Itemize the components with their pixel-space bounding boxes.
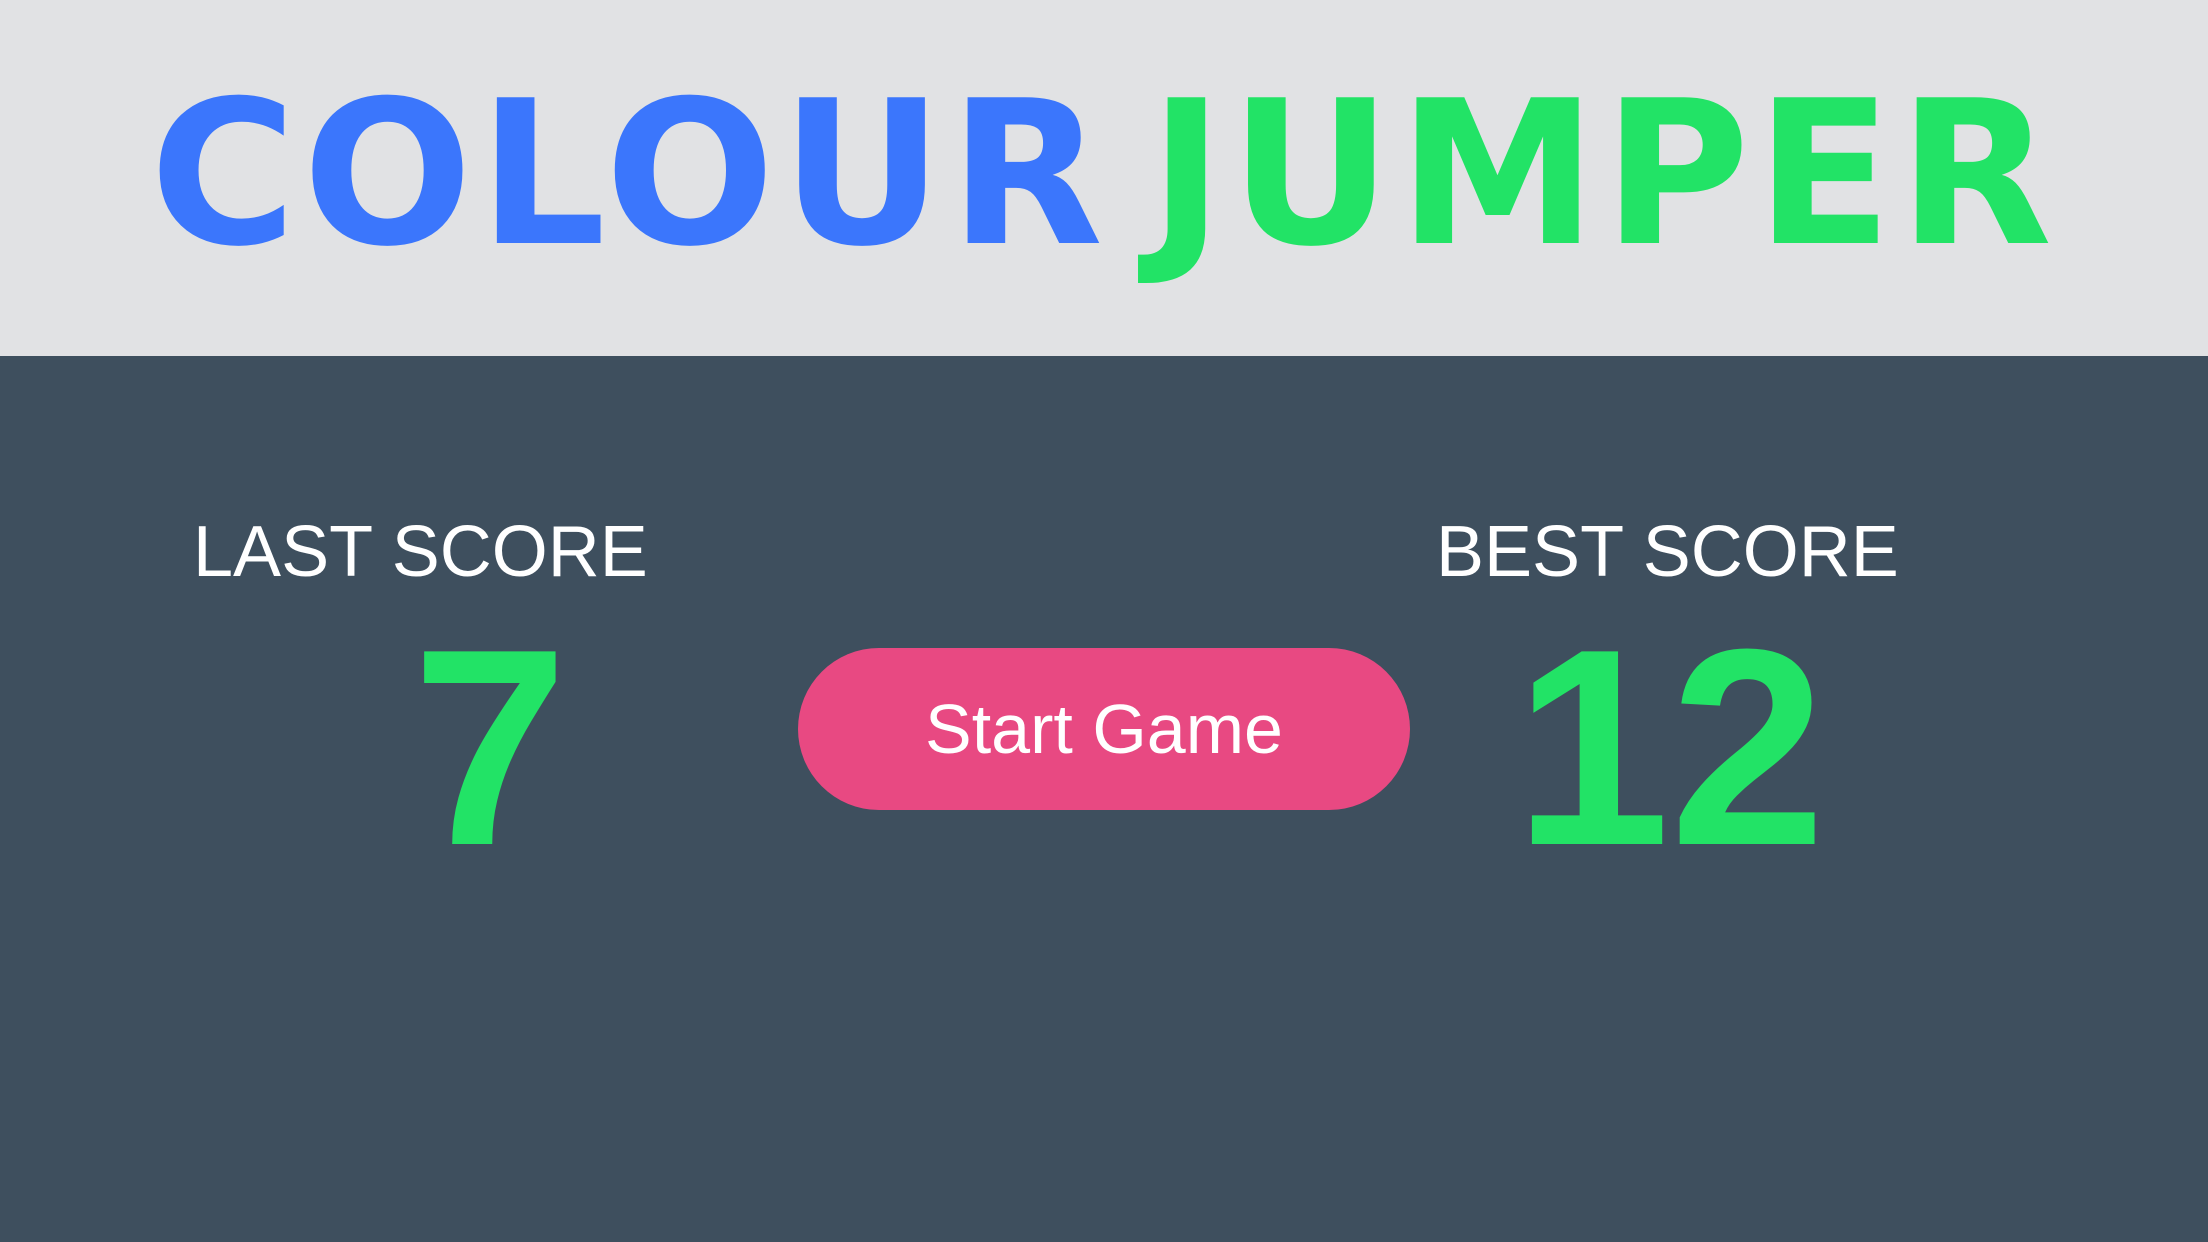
last-score-value: 7 bbox=[412, 592, 568, 904]
best-score-label: BEST SCORE bbox=[1436, 512, 1899, 592]
best-score-value: 12 bbox=[1514, 592, 1826, 904]
game-title: COLOUR JUMPER bbox=[0, 55, 2208, 295]
title-word-jumper: JUMPER bbox=[1149, 58, 2059, 291]
start-game-button[interactable]: Start Game bbox=[798, 648, 1410, 810]
title-word-colour: COLOUR bbox=[149, 58, 1110, 291]
title-banner: COLOUR JUMPER bbox=[0, 0, 2208, 356]
last-score-label: LAST SCORE bbox=[193, 512, 648, 592]
